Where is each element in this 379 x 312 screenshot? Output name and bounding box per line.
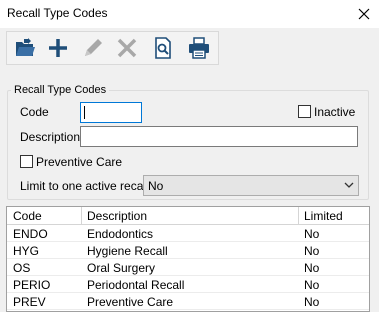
cell-description: Hygiene Recall [87,244,168,258]
close-icon [358,8,370,20]
table-row[interactable]: OS Oral Surgery No [7,259,369,276]
cell-limited: No [304,244,320,258]
code-label: Code [20,105,49,119]
text-caret [84,106,85,119]
open-icon [16,38,35,56]
cell-limited: No [304,278,320,292]
limit-active-recall-label: Limit to one active recall [20,179,149,193]
cell-description: Endodontics [87,227,154,241]
cell-code: PREV [13,295,46,309]
inactive-label: Inactive [314,105,356,119]
column-divider[interactable] [298,207,299,225]
cell-description: Periodontal Recall [87,278,185,292]
add-icon [49,39,67,57]
preview-button[interactable] [147,34,179,62]
cell-limited: No [304,295,320,309]
recall-codes-grid: Code Description Limited ENDO Endodontic… [6,206,370,312]
cell-code: ENDO [13,227,48,241]
edit-button[interactable] [77,34,109,62]
table-row[interactable]: HYG Hygiene Recall No [7,242,369,259]
limit-select-value: No [148,179,164,193]
cell-limited: No [304,261,320,275]
code-input[interactable] [80,102,142,123]
print-button[interactable] [183,34,215,62]
limit-active-recall-select[interactable]: No [143,175,359,196]
table-row[interactable]: ENDO Endodontics No [7,225,369,242]
description-input[interactable] [80,126,358,147]
delete-icon [117,38,137,58]
preventive-care-label: Preventive Care [36,155,123,169]
cell-code: OS [13,261,31,275]
table-row[interactable]: PREV Preventive Care No [7,293,369,310]
description-label: Description [20,130,81,144]
window-title: Recall Type Codes [7,6,108,20]
open-button[interactable] [9,34,41,62]
chevron-down-icon [344,182,354,188]
inactive-checkbox[interactable] [298,105,311,118]
cell-description: Preventive Care [87,295,174,309]
edit-icon [85,39,102,56]
preventive-care-checkbox[interactable] [20,155,33,168]
column-divider[interactable] [81,207,82,225]
column-header-description[interactable]: Description [87,209,147,223]
print-icon [189,37,209,59]
group-label: Recall Type Codes [11,84,110,96]
close-button[interactable] [349,0,379,28]
grid-header: Code Description Limited [7,207,369,225]
add-button[interactable] [42,34,74,62]
cell-description: Oral Surgery [87,261,156,275]
cell-limited: No [304,227,320,241]
cell-code: PERIO [13,278,51,292]
column-header-limited[interactable]: Limited [304,209,343,223]
column-header-code[interactable]: Code [13,209,42,223]
cell-code: HYG [13,244,40,258]
delete-button[interactable] [111,34,143,62]
title-bar: Recall Type Codes [0,0,379,28]
table-row[interactable]: PERIO Periodontal Recall No [7,276,369,293]
toolbar [6,31,219,65]
preview-icon [155,37,171,59]
